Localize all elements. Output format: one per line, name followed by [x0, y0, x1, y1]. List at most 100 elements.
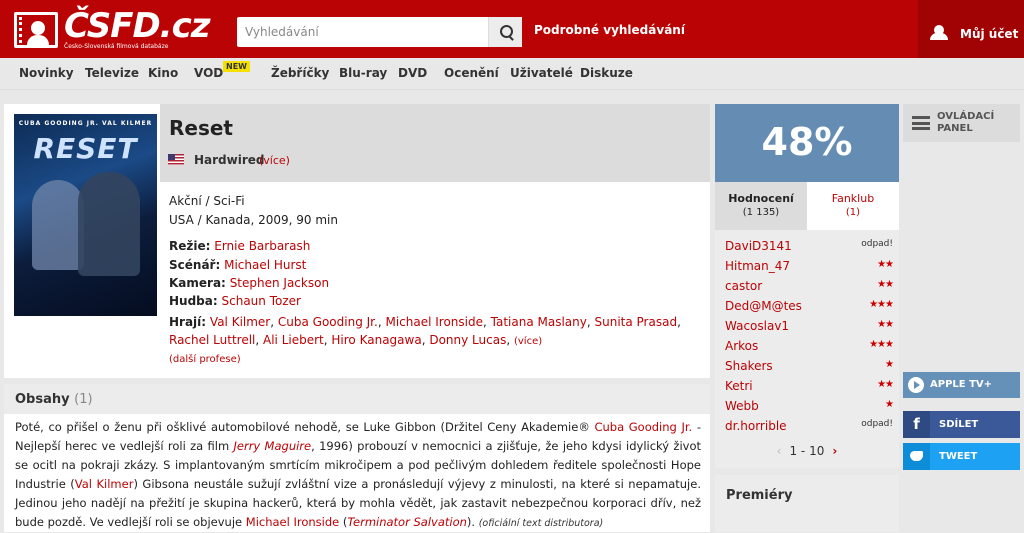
user-link[interactable]: DaviD3141 — [725, 239, 792, 253]
camera-link[interactable]: Stephen Jackson — [230, 276, 329, 290]
tab-fanclub[interactable]: Fanklub (1) — [807, 182, 899, 230]
tweet-label: TWEET — [939, 451, 978, 462]
user-icon — [930, 25, 948, 40]
music-link[interactable]: Schaun Tozer — [222, 294, 301, 308]
camera-row: Kamera: Stephen Jackson — [169, 276, 329, 290]
account-button[interactable]: Můj účet — [918, 0, 1024, 58]
page-range: 1 - 10 — [789, 444, 825, 458]
film-header — [160, 104, 710, 182]
music-label: Hudba: — [169, 294, 218, 308]
camera-label: Kamera: — [169, 276, 226, 290]
plot-link[interactable]: Michael Ironside — [246, 515, 339, 529]
tab-ratings[interactable]: Hodnocení (1 135) — [715, 182, 807, 230]
nav-item-awards[interactable]: Ocenění — [444, 66, 499, 80]
nav-item-discussion[interactable]: Diskuze — [580, 66, 633, 80]
play-icon — [908, 377, 924, 393]
cast-more-link[interactable]: (více) — [514, 336, 542, 347]
user-rating: ★★ — [877, 259, 894, 270]
nav-item-bluray[interactable]: Blu-ray — [339, 66, 387, 80]
cast-link[interactable]: Michael Ironside — [385, 315, 483, 329]
search-icon[interactable] — [488, 17, 522, 47]
film-origin: USA / Kanada, 2009, 90 min — [169, 213, 338, 227]
facebook-icon: f — [903, 411, 930, 438]
nav-item-news[interactable]: Novinky — [19, 66, 74, 80]
list-item: Hitman_47 ★★ — [725, 256, 894, 276]
cast-link[interactable]: Donny Lucas — [429, 333, 506, 347]
user-link[interactable]: Wacoslav1 — [725, 319, 789, 333]
plot-text-part: ). — [466, 515, 479, 529]
user-link[interactable]: Ketri — [725, 379, 753, 393]
list-item: Ketri ★★ — [725, 376, 894, 396]
user-rating: ★★ — [877, 279, 894, 290]
prev-page-icon[interactable]: ‹ — [777, 444, 782, 458]
director-link[interactable]: Ernie Barbarash — [214, 239, 310, 253]
filmstrip-logo-icon — [14, 12, 58, 48]
film-poster[interactable]: CUBA GOODING JR. VAL KILMER RESET — [14, 114, 157, 316]
control-panel-button[interactable]: OVLÁDACÍ PANEL — [903, 104, 1020, 142]
more-professions-link[interactable]: (další profese) — [169, 354, 241, 365]
search-input[interactable] — [237, 17, 487, 47]
music-row: Hudba: Schaun Tozer — [169, 294, 301, 308]
cast-link[interactable]: Tatiana Maslany — [491, 315, 587, 329]
user-link[interactable]: Hitman_47 — [725, 259, 790, 273]
facebook-share-button[interactable]: f SDÍLET — [903, 411, 1020, 438]
rating-box: 48% — [715, 104, 899, 182]
tab-fanclub-count: (1) — [845, 207, 861, 218]
list-item: Wacoslav1 ★★ — [725, 316, 894, 336]
nav-item-charts[interactable]: Žebříčky — [271, 66, 329, 80]
user-rating: ★★★ — [869, 339, 894, 350]
cast-link[interactable]: Ali Liebert — [263, 333, 324, 347]
user-rating: odpad! — [861, 239, 893, 249]
plot-text-part: Poté, co přišel o ženu při ošklivé autom… — [15, 420, 595, 434]
user-rating: ★★★ — [869, 299, 894, 310]
plot-link[interactable]: Val Kilmer — [75, 477, 134, 491]
plot-title: Obsahy (1) — [15, 392, 93, 407]
user-link[interactable]: Webb — [725, 399, 759, 413]
nav-item-users[interactable]: Uživatelé — [510, 66, 573, 80]
user-rating: ★ — [885, 359, 894, 370]
writer-row: Scénář: Michael Hurst — [169, 258, 306, 272]
search-box — [237, 17, 522, 47]
cast-label: Hrají: — [169, 315, 207, 329]
user-link[interactable]: Arkos — [725, 339, 758, 353]
writer-link[interactable]: Michael Hurst — [224, 258, 306, 272]
next-page-icon[interactable]: › — [832, 444, 837, 458]
cast-link[interactable]: Sunita Prasad — [595, 315, 678, 329]
alt-title-more-link[interactable]: (více) — [259, 154, 290, 167]
poster-top-text: CUBA GOODING JR. VAL KILMER — [18, 120, 153, 127]
user-link[interactable]: Shakers — [725, 359, 773, 373]
user-link[interactable]: Ded@M@tes — [725, 299, 802, 313]
site-logo[interactable]: ČSFD.cz Česko-Slovenská filmová databáze — [14, 6, 211, 54]
tab-ratings-label: Hodnocení — [728, 192, 794, 205]
tab-ratings-count: (1 135) — [742, 207, 780, 218]
logo-text: ČSFD.cz — [64, 6, 211, 46]
cast-link[interactable]: Val Kilmer — [210, 315, 270, 329]
plot-link[interactable]: Terminator Salvation — [347, 515, 467, 529]
site-header: ČSFD.cz Česko-Slovenská filmová databáze… — [0, 0, 1024, 58]
premieres-section[interactable]: Premiéry — [715, 475, 899, 532]
cast-link[interactable]: Hiro Kanagawa — [331, 333, 421, 347]
cast-link[interactable]: Rachel Luttrell — [169, 333, 255, 347]
apple-tv-button[interactable]: APPLE TV+ — [903, 372, 1020, 398]
pagination: ‹ 1 - 10 › — [715, 444, 899, 458]
film-title: Reset — [169, 116, 233, 140]
plot-link[interactable]: Cuba Gooding Jr. — [594, 420, 692, 434]
writer-label: Scénář: — [169, 258, 221, 272]
cast-link[interactable]: Cuba Gooding Jr. — [278, 315, 378, 329]
plot-link[interactable]: Jerry Maguire — [234, 439, 312, 453]
director-row: Režie: Ernie Barbarash — [169, 239, 310, 253]
usa-flag-icon — [168, 154, 184, 165]
advanced-search-link[interactable]: Podrobné vyhledávání — [534, 23, 685, 37]
control-panel-label: OVLÁDACÍ PANEL — [937, 111, 995, 134]
logo-subtitle: Česko-Slovenská filmová databáze — [64, 43, 169, 50]
nav-item-dvd[interactable]: DVD — [398, 66, 427, 80]
nav-item-tv[interactable]: Televize — [85, 66, 139, 80]
tab-fanclub-label: Fanklub — [831, 192, 875, 205]
more-professions-row: (další profese) — [169, 351, 241, 365]
poster-figure — [32, 180, 84, 270]
nav-item-vod[interactable]: VOD NEW — [194, 61, 250, 80]
tweet-button[interactable]: TWEET — [903, 443, 1020, 470]
nav-item-cinema[interactable]: Kino — [148, 66, 178, 80]
user-link[interactable]: dr.horrible — [725, 419, 787, 433]
user-link[interactable]: castor — [725, 279, 762, 293]
